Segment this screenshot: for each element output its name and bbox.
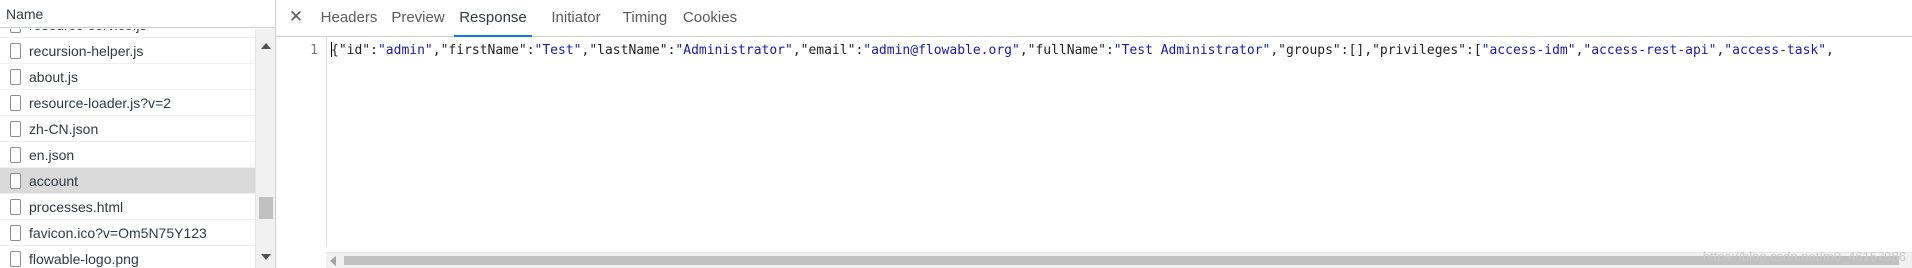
json-punctuation: "lastName" — [589, 43, 668, 58]
request-name: processes.html — [29, 198, 124, 215]
request-row[interactable]: account — [0, 168, 255, 194]
request-row[interactable]: favicon.ico?v=Om5N75Y123 — [0, 220, 255, 246]
json-string-value: "access-idm" — [1481, 43, 1576, 58]
json-punctuation: "privileges" — [1372, 43, 1466, 58]
file-icon — [10, 146, 21, 163]
json-punctuation: :[], — [1340, 43, 1373, 58]
file-icon — [10, 172, 21, 189]
file-icon — [10, 250, 21, 267]
json-punctuation: "email" — [800, 43, 856, 58]
tab-initiator[interactable]: Initiator — [541, 0, 611, 36]
watermark: https://blog.csdn.net/m0_46157986 — [1702, 249, 1906, 264]
response-json-line[interactable]: {"id":"admin","firstName":"Test","lastNa… — [331, 42, 1834, 58]
json-punctuation: : — [370, 43, 378, 58]
request-name: zh-CN.json — [29, 120, 99, 137]
file-icon — [10, 224, 21, 241]
json-string-value: "access-rest-api" — [1583, 43, 1717, 58]
file-icon — [10, 68, 21, 85]
json-string-value: "Administrator" — [675, 43, 793, 58]
response-horizontal-scrollbar[interactable] — [326, 252, 1912, 268]
name-column-header[interactable]: Name — [0, 0, 275, 28]
request-row[interactable]: processes.html — [0, 194, 255, 220]
line-number-gutter: 1 — [276, 37, 327, 247]
request-name: about.js — [29, 68, 79, 85]
request-name: en.json — [29, 146, 75, 163]
file-icon — [10, 29, 21, 33]
request-list: resource-service.js recursion-helper.js ab… — [0, 29, 255, 268]
json-punctuation: "id" — [338, 43, 371, 58]
json-punctuation: "firstName" — [440, 43, 527, 58]
json-punctuation: , — [1270, 43, 1279, 58]
file-icon — [10, 198, 21, 215]
request-name: resource-loader.js?v=2 — [29, 94, 172, 111]
request-name: account — [29, 172, 79, 189]
request-name: recursion-helper.js — [29, 42, 144, 59]
file-icon — [10, 94, 21, 111]
request-row[interactable]: flowable-logo.png — [0, 246, 255, 268]
response-json-text: {"id":"admin","firstName":"Test","lastNa… — [331, 43, 1834, 58]
json-punctuation: "groups" — [1278, 43, 1341, 58]
scroll-down-arrow-icon[interactable] — [261, 254, 271, 260]
json-punctuation: : — [526, 43, 535, 58]
json-string-value: "admin@flowable.org" — [863, 43, 1020, 58]
request-row[interactable]: recursion-helper.js — [0, 38, 255, 64]
json-punctuation: , — [432, 43, 441, 58]
response-body-editor[interactable]: 1 {"id":"admin","firstName":"Test","last… — [276, 37, 1912, 247]
scroll-up-arrow-icon[interactable] — [261, 43, 271, 49]
file-icon — [10, 120, 21, 137]
request-list-pane: Name resource-service.js recursion-helper… — [0, 0, 276, 268]
request-list-scrollbar[interactable] — [255, 29, 275, 268]
request-row[interactable]: resource-loader.js?v=2 — [0, 90, 255, 116]
json-punctuation: : — [1105, 43, 1114, 58]
json-string-value: "admin" — [377, 43, 433, 58]
request-detail-pane: ✕ Headers Preview Response Initiator Tim… — [276, 0, 1912, 268]
tab-headers[interactable]: Headers — [317, 0, 381, 36]
tab-timing[interactable]: Timing — [619, 0, 671, 36]
scroll-left-arrow-icon[interactable] — [330, 256, 336, 266]
horizontal-scrollbar-thumb[interactable] — [344, 256, 1899, 265]
request-name: favicon.ico?v=Om5N75Y123 — [29, 224, 207, 241]
request-name: flowable-logo.png — [29, 250, 139, 267]
file-icon — [10, 42, 21, 59]
request-row[interactable]: en.json — [0, 142, 255, 168]
json-punctuation: { — [331, 43, 339, 58]
json-punctuation: , — [1019, 43, 1028, 58]
json-punctuation: , — [1826, 43, 1834, 58]
request-row[interactable]: resource-service.js — [0, 29, 255, 38]
request-row[interactable]: about.js — [0, 64, 255, 90]
detail-tabbar: ✕ Headers Preview Response Initiator Tim… — [276, 0, 1912, 37]
json-punctuation: "fullName" — [1027, 43, 1106, 58]
json-string-value: "Test Administrator" — [1113, 43, 1271, 58]
request-row[interactable]: zh-CN.json — [0, 116, 255, 142]
tab-preview[interactable]: Preview — [389, 0, 447, 36]
request-name: resource-service.js — [29, 29, 146, 33]
json-punctuation: :[ — [1466, 43, 1482, 58]
line-number: 1 — [310, 43, 318, 58]
tab-cookies[interactable]: Cookies — [680, 0, 740, 36]
json-string-value: "access-task" — [1724, 43, 1827, 58]
request-list-items: resource-service.js recursion-helper.js ab… — [0, 29, 255, 268]
close-icon[interactable]: ✕ — [287, 8, 305, 26]
tab-response[interactable]: Response — [454, 0, 532, 37]
scrollbar-thumb[interactable] — [259, 197, 273, 219]
json-string-value: "Test" — [534, 43, 582, 58]
json-punctuation: , — [792, 43, 801, 58]
